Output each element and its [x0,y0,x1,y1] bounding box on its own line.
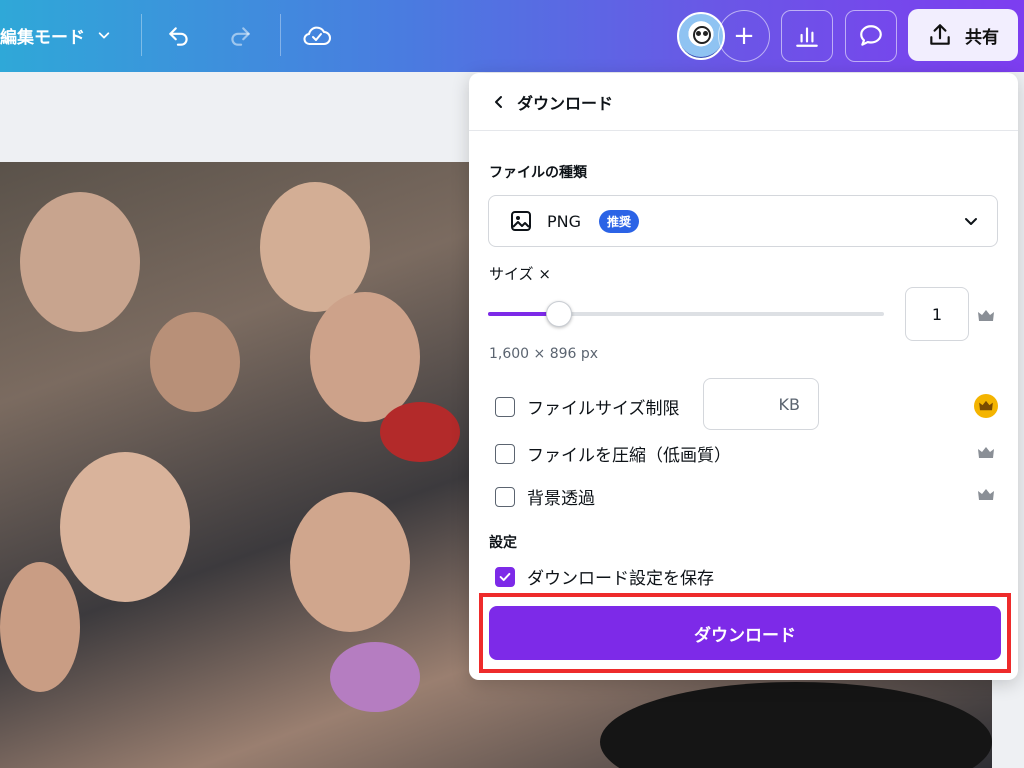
redo-icon [231,27,250,46]
size-slider-thumb[interactable] [546,301,573,327]
transparent-background-checkbox[interactable] [495,486,515,507]
comment-icon [860,25,882,46]
share-button[interactable]: 共有 [908,9,1018,61]
file-size-limit-label: ファイルサイズ制限 [527,399,680,419]
image-icon [511,211,531,231]
size-label: サイズ × [489,265,551,283]
plus-icon: + [733,21,755,51]
crown-icon [978,310,994,321]
upload-icon [930,24,950,45]
chart-icon [796,27,818,47]
photo-shape [60,452,190,602]
crown-shape [979,400,993,411]
crown-icon [978,447,994,458]
save-status-button[interactable] [299,18,335,54]
settings-label: 設定 [489,535,517,551]
download-panel-header[interactable]: ダウンロード [469,73,1018,131]
dimensions-text: 1,600 × 896 px [489,346,599,362]
crown-icon [974,394,998,418]
file-size-limit-checkbox[interactable] [495,396,515,417]
compress-label: ファイルを圧縮（低画質） [527,446,731,466]
download-button[interactable]: ダウンロード [489,606,1001,660]
insights-button[interactable] [781,10,833,62]
back-chevron-icon[interactable] [491,94,507,110]
save-settings-option[interactable]: ダウンロード設定を保存 [495,564,714,589]
photo-shape [0,562,80,692]
edit-mode-menu[interactable]: 編集モード [0,20,111,50]
panel-title: ダウンロード [517,93,614,113]
check-icon [499,572,511,581]
cloud-check-icon [303,26,331,45]
transparent-background-option[interactable]: 背景透過 [495,484,595,509]
compress-checkbox[interactable] [495,443,515,464]
comments-button[interactable] [845,10,897,62]
undo-button[interactable] [161,18,197,54]
photo-shape [20,192,140,332]
recommended-badge: 推奨 [599,209,640,233]
photo-shape [330,642,420,712]
add-collaborator-button[interactable]: + [718,10,770,62]
share-label: 共有 [965,27,999,48]
redo-button[interactable] [222,18,258,54]
file-size-limit-option[interactable]: ファイルサイズ制限 [495,394,680,419]
file-type-value: PNG [547,211,582,231]
photo-shape [290,492,410,632]
top-toolbar: 編集モード + 共有 [0,0,1024,72]
toolbar-divider [280,14,281,56]
chevron-down-icon [965,218,977,225]
photo-shape [600,682,992,768]
file-size-limit-input[interactable]: KB [703,378,819,430]
save-settings-checkbox[interactable] [495,566,515,587]
photo-shape [150,312,240,412]
undo-icon [169,27,188,46]
size-value-input[interactable]: 1 [905,287,969,341]
chevron-down-icon [98,32,110,39]
crown-icon [978,489,994,500]
save-settings-label: ダウンロード設定を保存 [527,569,714,589]
file-type-label: ファイルの種類 [489,165,587,181]
avatar-eye [703,31,708,36]
kb-unit: KB [778,394,800,414]
transparent-background-label: 背景透過 [527,489,595,509]
size-slider[interactable] [488,301,884,327]
avatar-eye [696,31,701,36]
photo-shape [310,292,420,422]
download-button-highlight: ダウンロード [479,593,1011,673]
compress-option[interactable]: ファイルを圧縮（低画質） [495,441,731,466]
toolbar-divider [141,14,142,56]
edit-mode-label: 編集モード [0,27,85,48]
photo-shape [380,402,460,462]
file-type-select[interactable]: PNG 推奨 [488,195,998,247]
download-panel: ダウンロード ファイルの種類 PNG 推奨 サイズ × 1 1,600 × 89… [469,73,1018,680]
